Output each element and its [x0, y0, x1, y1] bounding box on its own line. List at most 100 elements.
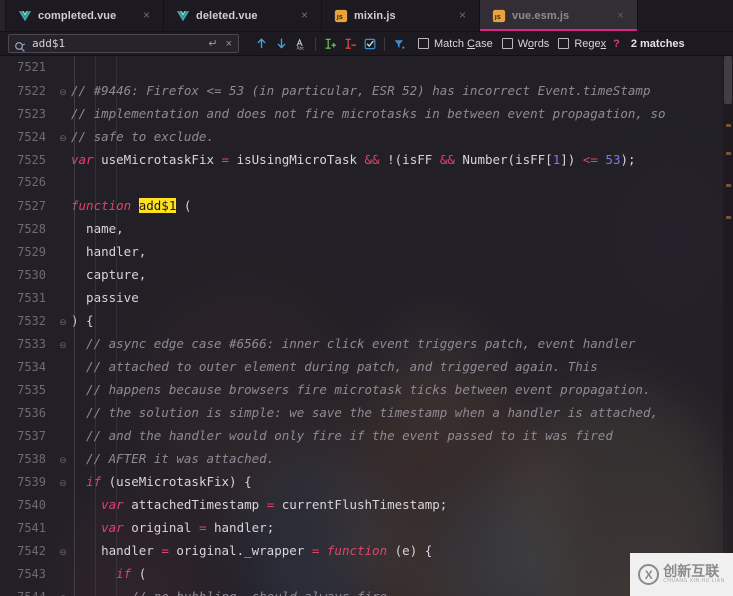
search-submit-icon[interactable]: ↵ — [203, 37, 222, 50]
code-editor-area[interactable]: 7521 7522 ⊖// #9446: Firefox <= 53 (in par… — [0, 56, 733, 596]
indent-guide-1 — [95, 56, 96, 596]
code-lines[interactable]: 7521 7522 ⊖// #9446: Firefox <= 53 (in par… — [0, 56, 733, 596]
code-line[interactable]: 7542 ⊖ handler = original._wrapper = func… — [0, 539, 733, 562]
match-case-abc-icon[interactable]: Abc — [291, 34, 311, 54]
line-number: 7532 — [17, 314, 46, 328]
code-fold-icon[interactable]: ⊖ — [55, 587, 71, 596]
code-line[interactable]: 7534 // attached to outer element during… — [0, 355, 733, 378]
regex-checkbox-label: Regex — [574, 37, 607, 50]
code-line-text[interactable]: capture, — [71, 263, 733, 286]
code-line[interactable]: 7529 handler, — [0, 240, 733, 263]
vertical-scrollbar[interactable] — [723, 56, 733, 596]
scrollbar-marker[interactable] — [726, 152, 731, 155]
code-line-text[interactable]: ) { — [71, 309, 733, 332]
editor-tab-close-icon[interactable]: × — [298, 9, 311, 22]
find-next-button[interactable] — [271, 34, 291, 54]
code-line[interactable]: 7531 passive — [0, 286, 733, 309]
watermark-chinese-text: 创新互联 — [663, 563, 720, 580]
code-line[interactable]: 7521 — [0, 56, 733, 79]
match-case-checkbox[interactable]: Match Case — [418, 38, 493, 50]
code-fold-icon[interactable]: ⊖ — [55, 449, 71, 472]
watermark-logo: X 创新互联 CHUANG XIN HU LIAN — [630, 553, 733, 596]
scrollbar-marker[interactable] — [726, 124, 731, 127]
editor-tab-completed-vue[interactable]: completed.vue × — [6, 0, 164, 31]
checkbox-box-icon[interactable] — [558, 38, 570, 49]
find-previous-button[interactable] — [251, 34, 271, 54]
search-help-icon[interactable]: ? — [613, 38, 620, 50]
editor-tab-label: mixin.js — [354, 9, 396, 22]
search-input[interactable]: add$1 ↵ × — [8, 34, 239, 53]
code-line-text[interactable]: function add$1 ( — [71, 194, 733, 217]
code-line-text[interactable]: passive — [71, 286, 733, 309]
code-line-text[interactable]: var useMicrotaskFix = isUsingMicroTask &… — [71, 148, 733, 171]
code-line[interactable]: 7537 // and the handler would only fire … — [0, 424, 733, 447]
code-line[interactable]: 7532 ⊖) { — [0, 309, 733, 332]
code-line-text[interactable]: if (useMicrotaskFix) { — [71, 470, 733, 493]
vue-file-icon — [176, 9, 190, 23]
code-fold-icon[interactable]: ⊖ — [55, 311, 71, 334]
scrollbar-thumb[interactable] — [724, 56, 732, 104]
code-line-text[interactable]: var original = handler; — [71, 516, 733, 539]
line-number: 7528 — [17, 222, 46, 236]
code-line[interactable]: 7525 var useMicrotaskFix = isUsingMicroTa… — [0, 148, 733, 171]
code-line[interactable]: 7536 // the solution is simple: we save … — [0, 401, 733, 424]
code-line-text[interactable]: // the solution is simple: we save the t… — [71, 401, 733, 424]
code-line-text[interactable]: // implementation and does not fire micr… — [71, 102, 733, 125]
code-line[interactable]: 7541 var original = handler; — [0, 516, 733, 539]
scrollbar-marker[interactable] — [726, 216, 731, 219]
code-line-text[interactable]: var attachedTimestamp = currentFlushTime… — [71, 493, 733, 516]
checkbox-box-icon[interactable] — [501, 38, 513, 49]
code-line-text[interactable]: // attached to outer element during patc… — [71, 355, 733, 378]
code-line[interactable]: 7530 capture, — [0, 263, 733, 286]
code-line-text[interactable]: // safe to exclude. — [71, 125, 733, 148]
regex-checkbox[interactable]: Regex — [558, 38, 606, 50]
code-line[interactable]: 7544⊖ // no bubbling, should always fire… — [0, 585, 733, 596]
line-number: 7521 — [17, 60, 46, 74]
code-fold-icon[interactable]: ⊖ — [55, 541, 71, 564]
code-line-text[interactable]: name, — [71, 217, 733, 240]
code-line[interactable]: 7539 ⊖ if (useMicrotaskFix) { — [0, 470, 733, 493]
filter-icon[interactable] — [389, 34, 409, 54]
editor-tab-vue-esm-js[interactable]: JS vue.esm.js × — [480, 0, 638, 31]
line-number: 7525 — [17, 153, 46, 167]
code-line-text[interactable]: // #9446: Firefox <= 53 (in particular, … — [71, 79, 733, 102]
code-line-text[interactable]: // async edge case #6566: inner click ev… — [71, 332, 733, 355]
code-line-text[interactable]: // and the handler would only fire if th… — [71, 424, 733, 447]
code-line[interactable]: 7535 // happens because browsers fire mi… — [0, 378, 733, 401]
line-number: 7537 — [17, 429, 46, 443]
open-in-find-window-icon[interactable] — [360, 34, 380, 54]
line-number: 7526 — [17, 175, 46, 189]
checkbox-box-icon[interactable] — [418, 38, 429, 49]
select-all-occurrences-icon[interactable] — [320, 34, 340, 54]
code-line-text[interactable]: handler, — [71, 240, 733, 263]
editor-tab-label: vue.esm.js — [512, 9, 570, 22]
editor-tab-deleted-vue[interactable]: deleted.vue × — [164, 0, 322, 31]
code-line-text[interactable]: // AFTER it was attached. — [71, 447, 733, 470]
code-line[interactable]: 7540 var attachedTimestamp = currentFlus… — [0, 493, 733, 516]
code-fold-icon[interactable]: ⊖ — [55, 334, 71, 357]
code-line-text[interactable]: // happens because browsers fire microta… — [71, 378, 733, 401]
code-line[interactable]: 7527 function add$1 ( — [0, 194, 733, 217]
editor-tab-mixin-js[interactable]: JS mixin.js × — [322, 0, 480, 31]
code-line[interactable]: 7533 ⊖ // async edge case #6566: inner cl… — [0, 332, 733, 355]
editor-tab-close-icon[interactable]: × — [140, 9, 153, 22]
code-line[interactable]: 7528 name, — [0, 217, 733, 240]
code-fold-icon[interactable]: ⊖ — [55, 472, 71, 495]
code-line[interactable]: 7523 // implementation and does not fire … — [0, 102, 733, 125]
code-line[interactable]: 7524 ⊖// safe to exclude. — [0, 125, 733, 148]
gutter-divider — [74, 56, 75, 596]
words-checkbox[interactable]: Words — [501, 38, 549, 50]
search-input-value[interactable]: add$1 — [26, 37, 203, 50]
search-clear-icon[interactable]: × — [223, 38, 235, 50]
code-fold-icon[interactable]: ⊖ — [55, 81, 71, 104]
remove-occurrence-icon[interactable] — [340, 34, 360, 54]
scrollbar-marker[interactable] — [726, 184, 731, 187]
editor-tab-close-icon[interactable]: × — [456, 9, 469, 22]
code-line[interactable]: 7543 if ( — [0, 562, 733, 585]
editor-tab-close-icon[interactable]: × — [614, 9, 627, 22]
code-fold-icon[interactable]: ⊖ — [55, 127, 71, 150]
line-number: 7527 — [17, 199, 46, 213]
code-line[interactable]: 7538 ⊖ // AFTER it was attached. — [0, 447, 733, 470]
code-line[interactable]: 7522 ⊖// #9446: Firefox <= 53 (in particu… — [0, 79, 733, 102]
code-line[interactable]: 7526 — [0, 171, 733, 194]
